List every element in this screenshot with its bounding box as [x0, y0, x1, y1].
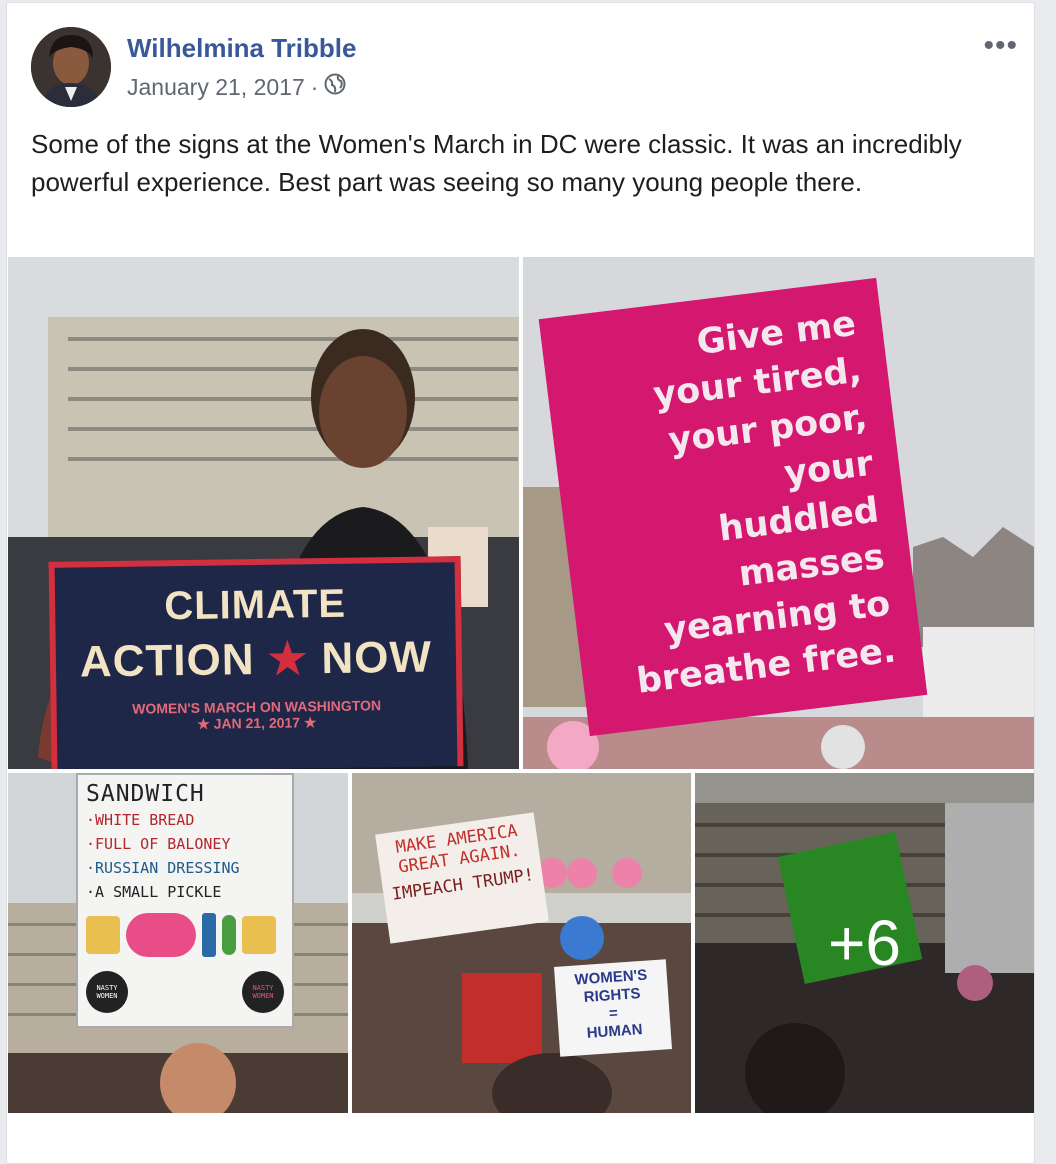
post-meta: January 21, 2017 · — [127, 73, 346, 101]
post-card: Wilhelmina Tribble January 21, 2017 · ••… — [6, 2, 1035, 1164]
more-photos-overlay[interactable]: +6 — [695, 773, 1034, 1113]
photo-2[interactable]: Give me your tired, your poor, your hudd… — [523, 257, 1034, 769]
womens-rights-sign: WOMEN'S RIGHTS = HUMAN — [553, 959, 673, 1057]
author-name-link[interactable]: Wilhelmina Tribble — [127, 33, 356, 64]
climate-sign-line2: ACTION ★ NOW — [56, 631, 457, 688]
sandwich-item: ·A SMALL PICKLE — [86, 883, 222, 901]
author-avatar[interactable] — [31, 27, 111, 107]
post-date[interactable]: January 21, 2017 — [127, 74, 305, 101]
photo-4[interactable]: MAKE AMERICA GREAT AGAIN. IMPEACH TRUMP!… — [352, 773, 691, 1113]
photo-3[interactable]: SANDWICH ·WHITE BREAD ·FULL OF BALONEY ·… — [8, 773, 348, 1113]
meta-separator: · — [310, 73, 319, 100]
sandwich-drawing — [86, 913, 284, 957]
more-photos-count[interactable]: +6 — [828, 906, 901, 980]
photo-5[interactable]: +6 — [695, 773, 1034, 1113]
sandwich-item: ·WHITE BREAD — [86, 811, 195, 829]
climate-sign: CLIMATE ACTION ★ NOW WOMEN'S MARCH ON WA… — [48, 556, 464, 769]
star-icon: ★ — [267, 634, 309, 684]
sandwich-title: SANDWICH — [86, 781, 205, 807]
more-options-icon[interactable]: ••• — [983, 29, 1018, 63]
maga-sign: MAKE AMERICA GREAT AGAIN. IMPEACH TRUMP! — [375, 812, 549, 944]
post-text: Some of the signs at the Women's March i… — [31, 129, 962, 197]
climate-sign-now: NOW — [321, 632, 433, 684]
climate-sign-action: ACTION — [79, 635, 255, 687]
globe-icon[interactable] — [324, 73, 346, 101]
sandwich-sign: SANDWICH ·WHITE BREAD ·FULL OF BALONEY ·… — [76, 773, 294, 1028]
sandwich-item: ·FULL OF BALONEY — [86, 835, 231, 853]
climate-sign-line1: CLIMATE — [163, 581, 347, 629]
photo-1[interactable]: CLIMATE ACTION ★ NOW WOMEN'S MARCH ON WA… — [8, 257, 519, 769]
nasty-women-badge: NASTY WOMEN — [86, 971, 128, 1013]
badge-row: NASTY WOMEN NASTY WOMEN — [86, 971, 284, 1013]
nasty-women-badge: NASTY WOMEN — [242, 971, 284, 1013]
pink-sign: Give me your tired, your poor, your hudd… — [538, 277, 928, 737]
sandwich-item: ·RUSSIAN DRESSING — [86, 859, 240, 877]
